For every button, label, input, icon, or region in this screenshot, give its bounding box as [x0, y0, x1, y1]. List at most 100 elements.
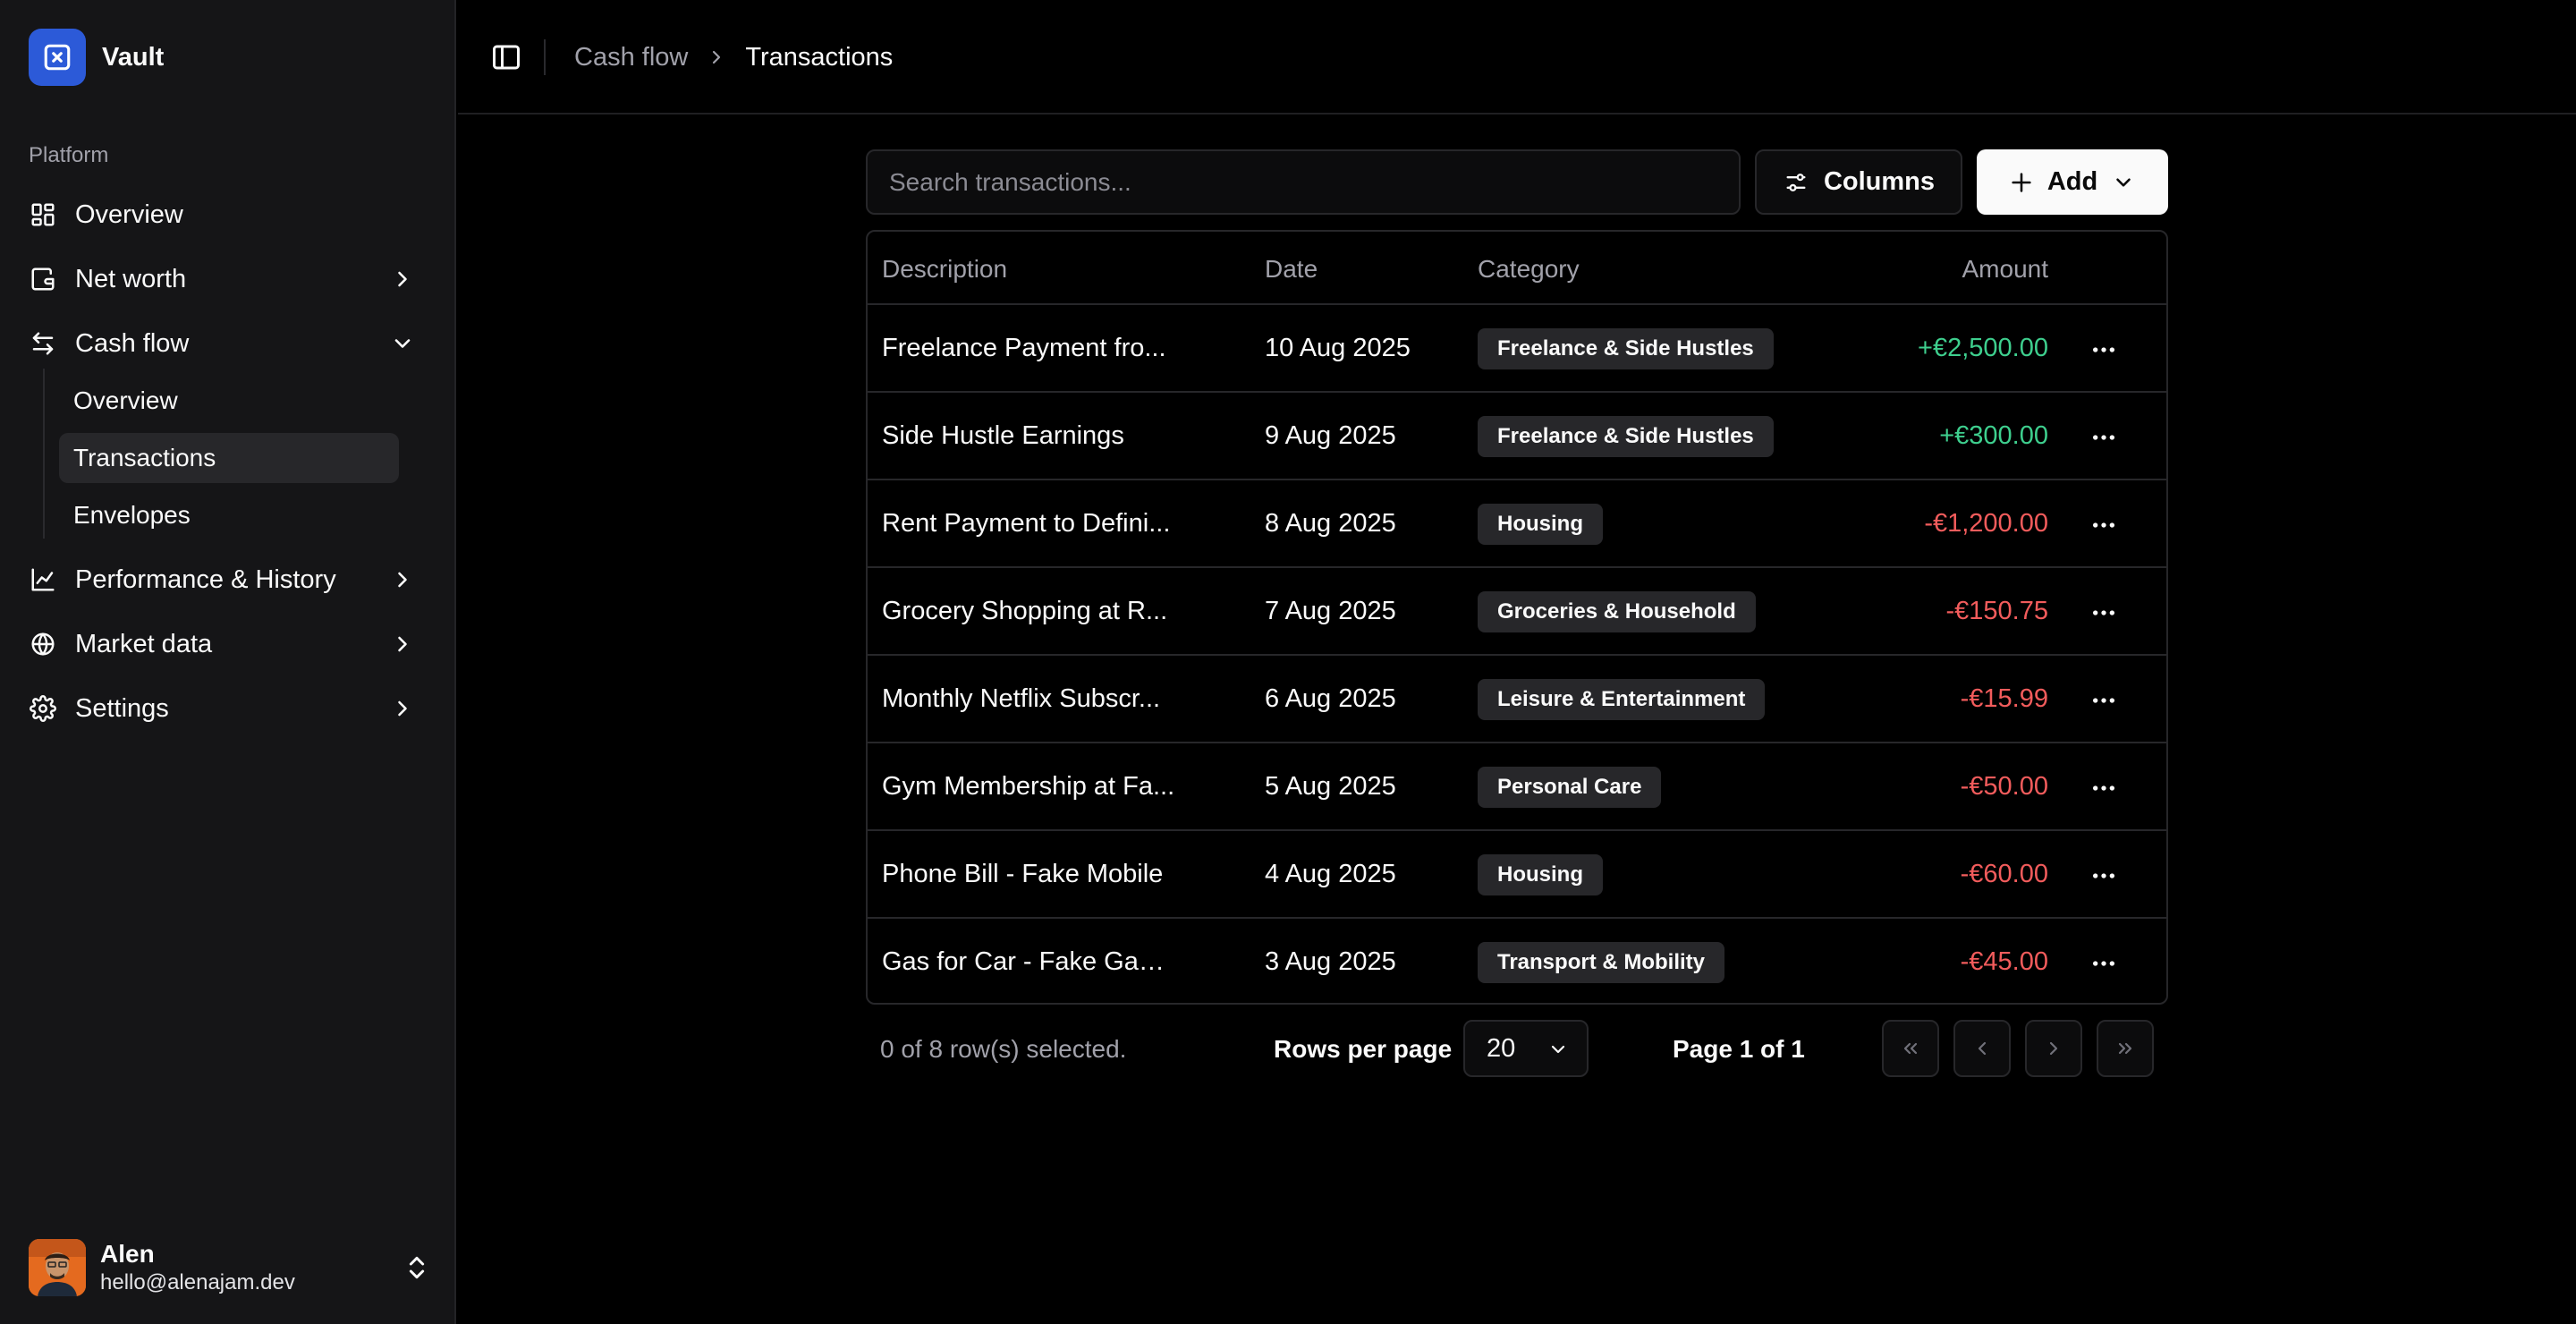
- add-button-label: Add: [2046, 167, 2098, 196]
- category-badge: Housing: [1478, 504, 1603, 545]
- more-horizontal-icon[interactable]: [2089, 335, 2118, 364]
- cell-date: 8 Aug 2025: [1265, 509, 1396, 538]
- sliders-icon: [1783, 169, 1809, 196]
- category-badge: Freelance & Side Hustles: [1478, 416, 1774, 457]
- avatar: [29, 1239, 86, 1296]
- breadcrumb-current: Transactions: [745, 42, 894, 72]
- user-email: hello@alenajam.dev: [100, 1270, 295, 1294]
- plus-icon: [2008, 169, 2035, 196]
- sidebar-item-net-worth[interactable]: Net worth: [21, 252, 433, 306]
- more-horizontal-icon[interactable]: [2089, 949, 2118, 978]
- chevron-right-icon: [398, 700, 407, 717]
- cell-date: 5 Aug 2025: [1265, 772, 1396, 801]
- next-page-button[interactable]: [2025, 1020, 2082, 1077]
- sidebar-item-label: Overview: [75, 199, 183, 229]
- brand[interactable]: Vault: [29, 29, 164, 86]
- cell-amount: +€2,500.00: [1918, 334, 2048, 362]
- columns-button[interactable]: Columns: [1755, 149, 1962, 215]
- sidebar-item-label: Net worth: [75, 264, 187, 293]
- breadcrumb: Cash flow Transactions: [574, 39, 893, 75]
- previous-page-button[interactable]: [1953, 1020, 2011, 1077]
- table-row[interactable]: Freelance Payment fro... 10 Aug 2025 Freel…: [868, 305, 2166, 393]
- breadcrumb-parent-link[interactable]: Cash flow: [574, 43, 688, 72]
- table-row[interactable]: Monthly Netflix Subscr... 6 Aug 2025 Leisu…: [868, 656, 2166, 743]
- rows-per-page-value: 20: [1487, 1033, 1516, 1063]
- submenu-guide-line: [43, 369, 45, 539]
- more-horizontal-icon[interactable]: [2089, 423, 2118, 452]
- chevron-right-icon: [398, 572, 407, 588]
- column-header-date[interactable]: Date: [1265, 255, 1318, 284]
- more-horizontal-icon[interactable]: [2089, 598, 2118, 627]
- table-header: Description Date Category Amount: [868, 232, 2166, 305]
- sidebar-subitem-overview[interactable]: Overview: [59, 376, 399, 426]
- rows-per-page-label: Rows per page: [1274, 1035, 1453, 1063]
- chevrons-up-down-icon: [409, 1256, 425, 1279]
- cell-amount: -€45.00: [1960, 947, 2048, 976]
- line-chart-icon: [29, 565, 57, 594]
- table-row[interactable]: Rent Payment to Defini... 8 Aug 2025 Housi…: [868, 480, 2166, 568]
- sidebar-toggle-icon[interactable]: [490, 41, 522, 73]
- chevron-left-icon: [1978, 1041, 1987, 1056]
- table-row[interactable]: Gym Membership at Fa... 5 Aug 2025 Persona…: [868, 743, 2166, 831]
- sidebar-subitem-envelopes[interactable]: Envelopes: [59, 490, 399, 540]
- cell-date: 10 Aug 2025: [1265, 334, 1411, 362]
- cell-date: 4 Aug 2025: [1265, 860, 1396, 888]
- table-row[interactable]: Gas for Car - Fake Gas ... 3 Aug 2025 Tran…: [868, 919, 2166, 1003]
- layout-grid-icon: [29, 200, 57, 229]
- column-header-amount[interactable]: Amount: [1962, 255, 2049, 284]
- add-button[interactable]: Add: [1977, 149, 2168, 215]
- sidebar-subitem-transactions[interactable]: Transactions: [59, 433, 399, 483]
- more-horizontal-icon[interactable]: [2089, 861, 2118, 890]
- column-header-category[interactable]: Category: [1478, 255, 1580, 284]
- category-badge: Housing: [1478, 854, 1603, 895]
- rows-per-page-select[interactable]: 20: [1463, 1020, 1589, 1077]
- wallet-icon: [29, 265, 57, 293]
- chevron-right-icon: [398, 636, 407, 652]
- cell-date: 6 Aug 2025: [1265, 684, 1396, 713]
- chevron-right-icon: [2049, 1041, 2058, 1056]
- transactions-table: Description Date Category Amount Freelan…: [866, 230, 2168, 1005]
- category-badge: Personal Care: [1478, 767, 1662, 808]
- sidebar-item-label: Cash flow: [75, 328, 190, 358]
- header-divider: [544, 39, 546, 75]
- column-header-description[interactable]: Description: [882, 255, 1007, 284]
- category-badge: Leisure & Entertainment: [1478, 679, 1766, 720]
- table-row[interactable]: Side Hustle Earnings 9 Aug 2025 Freelance …: [868, 393, 2166, 480]
- page-indicator: Page 1 of 1: [1673, 1035, 1805, 1063]
- cell-description: Gas for Car - Fake Gas ...: [882, 947, 1177, 976]
- user-name: Alen: [100, 1240, 155, 1268]
- last-page-button[interactable]: [2097, 1020, 2154, 1077]
- sidebar-item-overview[interactable]: Overview: [21, 188, 433, 242]
- more-horizontal-icon[interactable]: [2089, 686, 2118, 715]
- sidebar-item-label: Performance & History: [75, 564, 336, 594]
- sidebar-item-market-data[interactable]: Market data: [21, 617, 433, 671]
- table-row[interactable]: Grocery Shopping at R... 7 Aug 2025 Grocer…: [868, 568, 2166, 656]
- chevron-down-icon: [1551, 1045, 1565, 1054]
- chevron-right-icon: [398, 271, 407, 287]
- first-page-button[interactable]: [1882, 1020, 1939, 1077]
- chevrons-right-icon: [2118, 1042, 2132, 1055]
- sidebar-item-performance-history[interactable]: Performance & History: [21, 553, 433, 607]
- top-header: Cash flow Transactions: [458, 0, 2576, 115]
- cell-description: Grocery Shopping at R...: [882, 597, 1168, 625]
- columns-button-label: Columns: [1823, 167, 1936, 196]
- sidebar-item-settings[interactable]: Settings: [21, 682, 433, 735]
- table-row[interactable]: Phone Bill - Fake Mobile 4 Aug 2025 Housin…: [868, 831, 2166, 919]
- app-name: Vault: [102, 42, 165, 72]
- sidebar: Vault Platform Overview Net worth Cash f…: [0, 0, 456, 1324]
- cell-date: 9 Aug 2025: [1265, 421, 1396, 450]
- chevron-down-icon: [394, 339, 411, 348]
- user-menu[interactable]: Alen hello@alenajam.dev: [29, 1238, 431, 1297]
- sidebar-item-cash-flow[interactable]: Cash flow: [21, 317, 433, 370]
- sidebar-item-label: Settings: [75, 693, 169, 723]
- chevron-right-icon: [713, 50, 721, 64]
- category-badge: Freelance & Side Hustles: [1478, 328, 1774, 369]
- search-input[interactable]: [866, 149, 1741, 215]
- more-horizontal-icon[interactable]: [2089, 774, 2118, 802]
- category-badge: Transport & Mobility: [1478, 942, 1725, 983]
- cell-amount: -€15.99: [1960, 684, 2048, 713]
- selection-count: 0 of 8 row(s) selected.: [880, 1035, 1127, 1063]
- more-horizontal-icon[interactable]: [2089, 511, 2118, 539]
- cell-amount: -€1,200.00: [1924, 509, 2048, 538]
- cell-date: 7 Aug 2025: [1265, 597, 1396, 625]
